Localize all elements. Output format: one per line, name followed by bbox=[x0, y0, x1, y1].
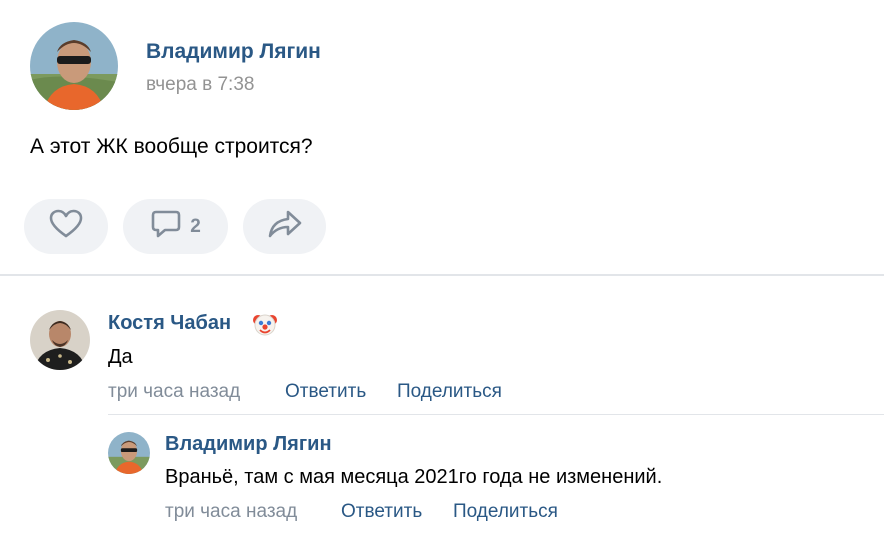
comment-text: Да bbox=[108, 346, 133, 368]
like-button[interactable] bbox=[24, 199, 108, 254]
post-author-avatar[interactable] bbox=[30, 22, 118, 110]
comment-count: 2 bbox=[190, 215, 201, 237]
comment-author-name[interactable]: Костя Чабан bbox=[108, 312, 231, 335]
comment-reply-link[interactable]: Ответить bbox=[285, 381, 366, 403]
share-button[interactable] bbox=[243, 199, 326, 254]
heart-icon bbox=[49, 209, 83, 244]
post-author-name[interactable]: Владимир Лягин bbox=[146, 40, 321, 64]
post-timestamp[interactable]: вчера в 7:38 bbox=[146, 74, 254, 96]
comment-share-link[interactable]: Поделиться bbox=[397, 381, 502, 403]
comment-author-avatar[interactable] bbox=[30, 310, 90, 370]
post-text: А этот ЖК вообще строится? bbox=[30, 135, 313, 158]
reply-divider bbox=[108, 414, 884, 415]
reply-text: Враньё, там с мая месяца 2021го года не … bbox=[165, 466, 663, 488]
comment-timestamp[interactable]: три часа назад bbox=[108, 381, 240, 403]
reply-reply-link[interactable]: Ответить bbox=[341, 501, 422, 523]
post-divider bbox=[0, 274, 884, 276]
reply-timestamp[interactable]: три часа назад bbox=[165, 501, 297, 523]
reply-share-link[interactable]: Поделиться bbox=[453, 501, 558, 523]
share-arrow-icon bbox=[267, 209, 303, 244]
comment-button[interactable]: 2 bbox=[123, 199, 228, 254]
clown-face-emoji-icon bbox=[252, 311, 278, 337]
speech-bubble-icon bbox=[150, 208, 182, 245]
reply-author-avatar[interactable] bbox=[108, 432, 150, 474]
reply-author-name[interactable]: Владимир Лягин bbox=[165, 433, 332, 456]
